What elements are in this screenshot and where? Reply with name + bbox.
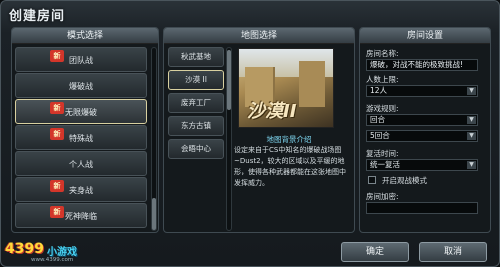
map-select-panel: 地图选择 秋武基地 沙漠 II 废弃工厂 东方古镇 会晤中心 沙漠II 地图背景… <box>163 27 355 233</box>
map-desc-title: 地图背景介绍 <box>266 135 312 144</box>
max-players-value: 12人 <box>370 86 388 95</box>
map-list: 秋武基地 沙漠 II 废弃工厂 东方古镇 会晤中心 <box>168 47 224 162</box>
room-name-label: 房间名称: <box>366 49 399 58</box>
logo-main-text: 4399 <box>5 241 44 257</box>
max-players-select[interactable]: 12人 ▼ <box>366 85 478 97</box>
room-name-input[interactable]: 爆破，对战不能的极致挑战! <box>366 59 478 71</box>
mode-item-reaper[interactable]: 新 死神降临 <box>15 203 147 228</box>
mode-item-label: 爆破战 <box>69 82 93 91</box>
respawn-select[interactable]: 统一复活 ▼ <box>366 159 478 171</box>
brand-logo: 4399 小游戏 www.4399.com <box>5 241 109 263</box>
mode-item-label: 夹身战 <box>69 186 93 195</box>
map-item-oriental-town[interactable]: 东方古镇 <box>168 116 224 136</box>
map-item-military-base[interactable]: 秋武基地 <box>168 47 224 67</box>
game-rule-value: 回合 <box>370 115 385 124</box>
map-item-desert-2[interactable]: 沙漠 II <box>168 70 224 90</box>
map-panel-header: 地图选择 <box>164 28 354 44</box>
mode-item-label: 个人战 <box>69 160 93 169</box>
game-rule-label: 游戏规则: <box>366 104 399 113</box>
mode-list: 新 团队战 爆破战 新 无限爆破 新 特殊战 个人战 新 夹身战 新 死神降临 <box>15 47 147 229</box>
mode-item-label: 无限爆破 <box>65 108 97 117</box>
map-description: 设定来自于CS中知名的爆破战场图~Dust2，较大的区域以及平缓的地形，使得各种… <box>234 146 346 187</box>
mode-item-sandwich[interactable]: 新 夹身战 <box>15 177 147 202</box>
map-preview-image: 沙漠II <box>238 48 334 128</box>
game-rule-select[interactable]: 回合 ▼ <box>366 114 478 126</box>
mode-item-label: 团队战 <box>69 56 93 65</box>
password-label: 房间加密: <box>366 192 399 201</box>
create-room-window: 创建房间 模式选择 新 团队战 爆破战 新 无限爆破 新 特殊战 个人战 新 夹… <box>0 0 500 267</box>
mode-item-special[interactable]: 新 特殊战 <box>15 125 147 150</box>
respawn-value: 统一复活 <box>370 160 400 169</box>
logo-url-text: www.4399.com <box>31 257 74 263</box>
password-input[interactable] <box>366 202 478 214</box>
mode-item-label: 特殊战 <box>69 134 93 143</box>
map-item-abandoned-factory[interactable]: 废弃工厂 <box>168 93 224 113</box>
mode-item-infinite-bomb[interactable]: 新 无限爆破 <box>15 99 147 124</box>
settings-panel-header: 房间设置 <box>360 28 490 44</box>
map-preview-title: 沙漠II <box>247 101 297 122</box>
round-count-value: 5回合 <box>370 131 390 140</box>
respawn-label: 复活时间: <box>366 149 399 158</box>
round-count-select[interactable]: 5回合 ▼ <box>366 130 478 142</box>
chevron-down-icon[interactable]: ▼ <box>467 116 476 124</box>
mode-scroll-thumb[interactable] <box>152 198 156 230</box>
cancel-button[interactable]: 取消 <box>419 242 487 262</box>
max-players-label: 人数上限: <box>366 75 399 84</box>
logo-sub-text: 小游戏 <box>47 247 77 258</box>
preview-wall <box>299 61 325 107</box>
confirm-button[interactable]: 确定 <box>341 242 409 262</box>
mode-item-bomb[interactable]: 爆破战 <box>15 73 147 98</box>
spectate-checkbox[interactable] <box>368 176 376 184</box>
chevron-down-icon[interactable]: ▼ <box>467 132 476 140</box>
mode-list-scrollbar[interactable] <box>151 47 157 231</box>
mode-item-solo[interactable]: 个人战 <box>15 151 147 176</box>
window-title: 创建房间 <box>9 9 66 24</box>
chevron-down-icon[interactable]: ▼ <box>467 161 476 169</box>
map-scroll-thumb[interactable] <box>227 50 231 110</box>
map-list-scrollbar[interactable] <box>226 47 232 231</box>
room-settings-panel: 房间设置 房间名称: 爆破，对战不能的极致挑战! 人数上限: 12人 ▼ 游戏规… <box>359 27 491 233</box>
mode-select-panel: 模式选择 新 团队战 爆破战 新 无限爆破 新 特殊战 个人战 新 夹身战 新 … <box>11 27 159 233</box>
map-item-meeting-center[interactable]: 会晤中心 <box>168 139 224 159</box>
mode-item-team[interactable]: 新 团队战 <box>15 47 147 72</box>
mode-item-label: 死神降临 <box>65 212 97 221</box>
mode-panel-header: 模式选择 <box>12 28 158 44</box>
spectate-label: 开启观战模式 <box>382 176 427 185</box>
chevron-down-icon[interactable]: ▼ <box>467 87 476 95</box>
